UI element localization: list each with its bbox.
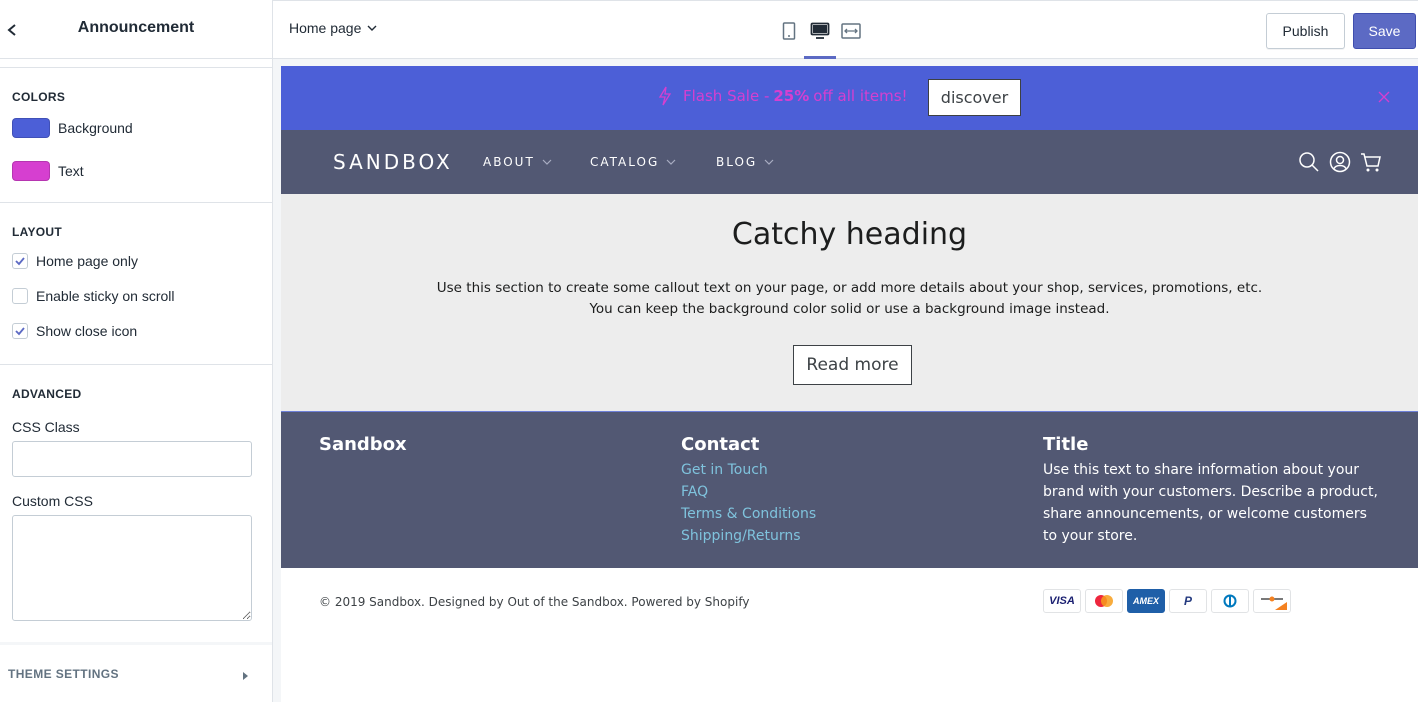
sidebar-header: Announcement	[0, 0, 272, 59]
advanced-section: ADVANCED CSS Class Custom CSS	[0, 365, 272, 626]
background-color-picker[interactable]: Background	[12, 106, 260, 149]
hero-text-line-1: Use this section to create some callout …	[436, 280, 1263, 296]
settings-sidebar: Announcement COLORS Background Text LAYO…	[0, 0, 273, 702]
text-color-picker[interactable]: Text	[12, 149, 260, 192]
footer-contact-title: Contact	[681, 434, 760, 455]
announcement-highlight: 25%	[773, 87, 810, 105]
account-icon[interactable]	[1329, 151, 1351, 173]
advanced-heading: ADVANCED	[12, 387, 82, 401]
lightning-icon	[658, 86, 672, 106]
footer-text-body: Use this text to share information about…	[1043, 462, 1378, 544]
background-color-label: Background	[58, 119, 133, 136]
announcement-text-after: off all items!	[813, 87, 908, 105]
publish-button[interactable]: Publish	[1266, 13, 1345, 49]
announcement-message[interactable]: Flash Sale - 25% off all items!	[657, 86, 908, 106]
home-page-only-option[interactable]: Home page only	[12, 243, 260, 278]
css-class-label: CSS Class	[12, 419, 80, 435]
hero-text-line-2: You can keep the background color solid …	[589, 301, 1110, 317]
discover-button[interactable]: discover	[928, 79, 1021, 116]
mobile-view-button[interactable]	[777, 19, 801, 43]
colors-section: COLORS Background Text	[0, 68, 272, 203]
full-width-view-button[interactable]	[839, 19, 863, 43]
nav-item-label: ABOUT	[483, 155, 535, 169]
announcement-text-before: Flash Sale -	[683, 87, 770, 105]
page-selector-value: Home page	[289, 20, 362, 36]
diners-club-icon	[1211, 589, 1249, 613]
footer-link[interactable]: Get in Touch	[681, 459, 816, 481]
layout-heading: LAYOUT	[12, 225, 63, 239]
hero-text: Use this section to create some callout …	[281, 278, 1418, 320]
mobile-icon	[782, 22, 796, 40]
theme-settings-toggle[interactable]: THEME SETTINGS	[0, 642, 272, 702]
nav-item-blog[interactable]: BLOG	[716, 155, 774, 169]
save-button[interactable]: Save	[1353, 13, 1416, 49]
nav-item-label: CATALOG	[590, 155, 660, 169]
footer-column-text: Title Use this text to share information…	[1043, 434, 1383, 547]
background-color-swatch[interactable]	[12, 117, 50, 138]
sticky-on-scroll-option[interactable]: Enable sticky on scroll	[12, 278, 260, 313]
sticky-on-scroll-checkbox[interactable]	[12, 287, 28, 304]
custom-css-label: Custom CSS	[12, 493, 93, 509]
chevron-down-icon	[764, 159, 774, 165]
footer-link[interactable]: Shipping/Returns	[681, 525, 816, 547]
store-footer: Sandbox Contact Get in Touch FAQ Terms &…	[281, 411, 1418, 568]
chevron-down-icon	[542, 159, 552, 165]
copyright-text: © 2019 Sandbox. Designed by Out of the S…	[319, 595, 750, 609]
text-color-swatch[interactable]	[12, 160, 50, 181]
store-header: SANDBOX ABOUT CATALOG BLOG	[281, 130, 1418, 194]
nav-item-about[interactable]: ABOUT	[483, 155, 552, 169]
read-more-button[interactable]: Read more	[793, 345, 912, 385]
page-selector[interactable]: Home page	[289, 20, 377, 36]
nav-item-label: BLOG	[716, 155, 758, 169]
hero-heading: Catchy heading	[731, 217, 968, 252]
layout-section: LAYOUT Home page only Enable sticky on s…	[0, 203, 272, 365]
sidebar-title: Announcement	[77, 19, 195, 36]
show-close-icon-option[interactable]: Show close icon	[12, 313, 260, 348]
chevron-down-icon	[367, 25, 377, 31]
text-color-label: Text	[58, 162, 84, 179]
mastercard-icon	[1085, 589, 1123, 613]
footer-text-title: Title	[1043, 434, 1089, 455]
caret-right-icon	[243, 672, 248, 680]
colors-heading: COLORS	[12, 90, 66, 104]
copyright-bar: © 2019 Sandbox. Designed by Out of the S…	[281, 568, 1418, 702]
footer-column-brand: Sandbox	[319, 434, 407, 455]
home-page-only-checkbox[interactable]	[12, 252, 28, 269]
footer-brand-title: Sandbox	[319, 434, 407, 455]
footer-link[interactable]: Terms & Conditions	[681, 503, 816, 525]
css-class-input[interactable]	[12, 441, 252, 477]
editor-topbar: Home page Publish Save	[273, 0, 1418, 59]
theme-settings-label: THEME SETTINGS	[8, 666, 119, 681]
show-close-icon-checkbox[interactable]	[12, 322, 28, 339]
sticky-on-scroll-label: Enable sticky on scroll	[36, 287, 175, 304]
discover-card-icon	[1253, 589, 1291, 613]
show-close-icon-label: Show close icon	[36, 322, 138, 339]
preview-frame: Flash Sale - 25% off all items! discover…	[281, 66, 1418, 702]
visa-icon: VISA	[1043, 589, 1081, 613]
checkmark-icon	[15, 326, 25, 335]
footer-link[interactable]: FAQ	[681, 481, 816, 503]
amex-icon: AMEX	[1127, 589, 1165, 613]
home-page-only-label: Home page only	[36, 252, 138, 269]
desktop-icon	[810, 22, 830, 39]
search-icon[interactable]	[1298, 151, 1320, 173]
close-icon[interactable]	[1377, 90, 1391, 104]
store-logo[interactable]: SANDBOX	[333, 150, 453, 174]
callout-section: Catchy heading Use this section to creat…	[281, 194, 1418, 411]
full-width-icon	[841, 23, 861, 39]
chevron-down-icon	[666, 159, 676, 165]
paypal-icon: P	[1169, 589, 1207, 613]
announcement-bar: Flash Sale - 25% off all items! discover	[281, 66, 1418, 130]
footer-column-contact: Contact Get in Touch FAQ Terms & Conditi…	[681, 434, 816, 547]
desktop-view-button[interactable]	[808, 19, 832, 43]
custom-css-textarea[interactable]	[12, 515, 252, 621]
checkmark-icon	[15, 256, 25, 265]
cart-icon[interactable]	[1360, 151, 1382, 173]
store-preview: Flash Sale - 25% off all items! discover…	[273, 59, 1418, 702]
nav-item-catalog[interactable]: CATALOG	[590, 155, 676, 169]
